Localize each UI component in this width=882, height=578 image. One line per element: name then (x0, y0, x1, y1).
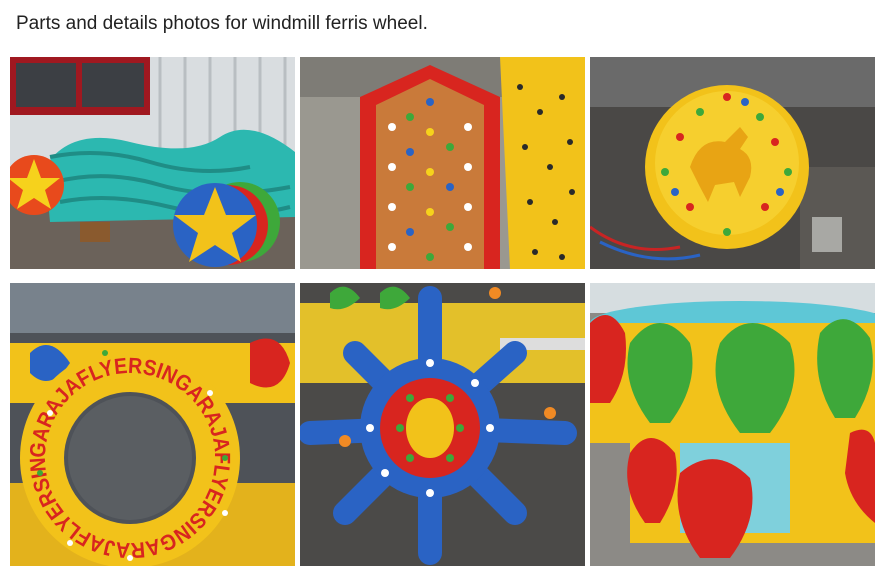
photo-yellow-disc-horse (590, 57, 875, 269)
photo-yellow-ring-lettering: GARAJAFLYERSINGARAJAFLYERSINGARAJAFLYERS… (10, 283, 295, 566)
photo-parts-star-discs (10, 57, 295, 269)
page-caption: Parts and details photos for windmill fe… (16, 13, 428, 34)
photo-cabin-leaves (590, 283, 875, 566)
photo-red-panel-bulbs (300, 57, 585, 269)
photo-blue-sun-hub (300, 283, 585, 566)
